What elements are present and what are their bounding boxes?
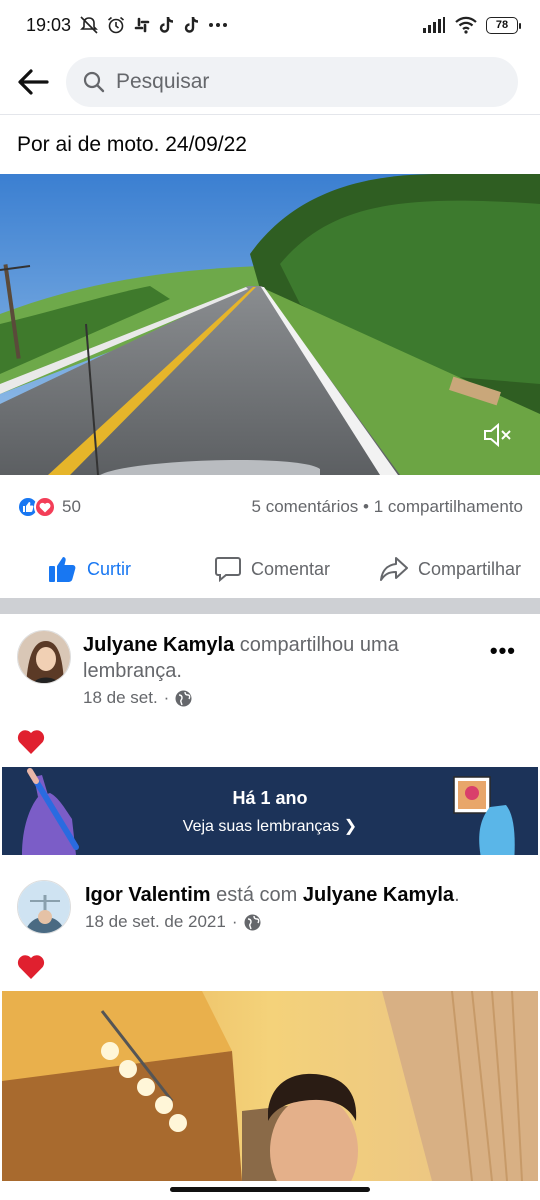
post-caption: Por ai de moto. 24/09/22 [17, 133, 247, 156]
post-actions: Curtir Comentar Compartilhar [0, 540, 540, 598]
clock: 19:03 [26, 14, 72, 35]
memories-link[interactable]: Veja suas lembranças [183, 818, 340, 835]
interior-selfie-photo [2, 991, 538, 1181]
more-options-icon[interactable]: ••• [490, 638, 516, 664]
hand-photo-illustration [453, 776, 515, 855]
globe-icon [175, 690, 192, 706]
red-heart-emoji [17, 730, 45, 754]
author-name[interactable]: Igor Valentim [85, 884, 211, 906]
status-bar: 19:03 78 [0, 0, 540, 50]
comment-button[interactable]: Comentar [214, 540, 330, 598]
post-meta: 18 de set. · [83, 688, 192, 708]
thumbs-up-icon [49, 557, 76, 582]
sentence-end: . [454, 884, 460, 906]
search-icon [83, 71, 105, 93]
search-input[interactable]: Pesquisar [66, 57, 518, 107]
post-header: Igor Valentim está com Julyane Kamyla. 1… [17, 880, 526, 950]
reaction-icons[interactable] [17, 496, 56, 518]
tiktok-icon [184, 16, 199, 33]
meta-separator: · [163, 688, 170, 707]
author-name[interactable]: Julyane Kamyla [83, 634, 234, 656]
meta-separator: · [231, 912, 238, 931]
globe-icon [244, 914, 261, 930]
search-placeholder: Pesquisar [116, 70, 210, 93]
tagged-name[interactable]: Julyane Kamyla [303, 884, 454, 906]
post-video[interactable] [0, 174, 540, 475]
road-video-frame [0, 174, 540, 475]
post-date[interactable]: 18 de set. de 2021 [85, 912, 226, 932]
post-action-text: está com [210, 884, 303, 906]
like-button[interactable]: Curtir [48, 540, 131, 598]
battery-indicator: 78 [486, 16, 521, 34]
share-button[interactable]: Compartilhar [379, 540, 521, 598]
slack-icon [134, 17, 150, 33]
feed-divider [0, 598, 540, 614]
search-header: Pesquisar [0, 50, 540, 115]
muted-notification-icon [80, 16, 98, 34]
home-indicator[interactable] [170, 1187, 370, 1192]
hand-pencil-illustration [22, 768, 79, 855]
battery-level: 78 [495, 19, 509, 31]
post-author-line: Igor Valentim está com Julyane Kamyla. [85, 882, 460, 908]
mute-icon[interactable] [482, 421, 512, 449]
chevron-right-icon: ❯ [343, 818, 358, 835]
comments-shares-count[interactable]: 5 comentários • 1 compartilhamento [252, 497, 523, 517]
post-header: Julyane Kamyla compartilhou uma lembranç… [17, 630, 526, 710]
share-label: Compartilhar [418, 558, 522, 579]
avatar-photo [18, 881, 70, 933]
wifi-icon [455, 16, 477, 34]
like-label: Curtir [87, 558, 131, 579]
reaction-count[interactable]: 50 [62, 497, 81, 517]
memories-banner[interactable]: Há 1 ano Veja suas lembranças ❯ [2, 767, 538, 855]
share-icon [380, 557, 408, 581]
more-dots-icon [209, 23, 228, 27]
post-date[interactable]: 18 de set. [83, 688, 158, 708]
reactions-row: 50 5 comentários • 1 compartilhamento [17, 490, 523, 524]
avatar[interactable] [17, 880, 71, 934]
post-meta: 18 de set. de 2021 · [85, 912, 261, 932]
post-author-line: Julyane Kamyla compartilhou uma lembranç… [83, 632, 463, 684]
back-arrow-icon [18, 69, 49, 95]
avatar[interactable] [17, 630, 71, 684]
back-button[interactable] [0, 50, 66, 115]
alarm-icon [108, 16, 125, 34]
tiktok-icon [159, 16, 174, 33]
comment-label: Comentar [251, 558, 331, 579]
comment-icon [215, 557, 241, 583]
signal-icon [423, 17, 445, 33]
red-heart-emoji [17, 955, 45, 979]
avatar-photo [18, 631, 70, 683]
love-reaction-icon [34, 496, 56, 518]
post-photo[interactable] [2, 991, 538, 1181]
